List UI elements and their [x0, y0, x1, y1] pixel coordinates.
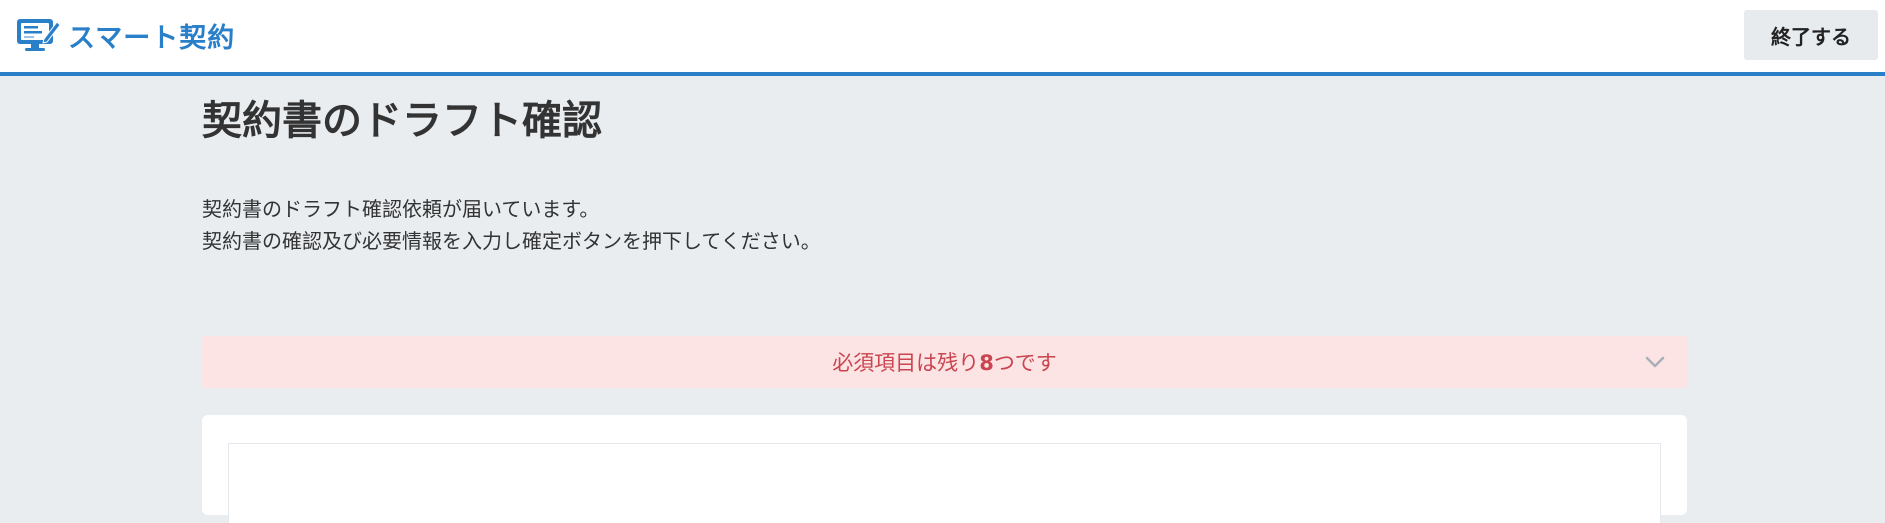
description-line-1: 契約書のドラフト確認依頼が届いています。	[202, 197, 600, 221]
page-description: 契約書のドラフト確認依頼が届いています。 契約書の確認及び必要情報を入力し確定ボ…	[202, 193, 821, 257]
exit-button[interactable]: 終了する	[1744, 10, 1878, 60]
description-line-2: 契約書の確認及び必要情報を入力し確定ボタンを押下してください。	[202, 229, 821, 253]
contract-card	[202, 415, 1687, 523]
contract-monitor-icon	[17, 19, 60, 51]
chevron-down-icon[interactable]	[1643, 350, 1667, 374]
contract-document-preview	[228, 443, 1661, 523]
page-title: 契約書のドラフト確認	[202, 98, 602, 144]
required-fields-banner[interactable]: 必須項目は残り8つです	[202, 336, 1687, 388]
required-fields-suffix: つです	[993, 351, 1057, 375]
app-header: スマート契約 終了する	[0, 0, 1885, 76]
required-fields-message: 必須項目は残り8つです	[832, 347, 1057, 377]
required-fields-count: 8	[979, 351, 994, 375]
required-fields-prefix: 必須項目は残り	[832, 351, 980, 375]
app-logo[interactable]: スマート契約	[16, 15, 235, 55]
app-name: スマート契約	[68, 22, 236, 54]
